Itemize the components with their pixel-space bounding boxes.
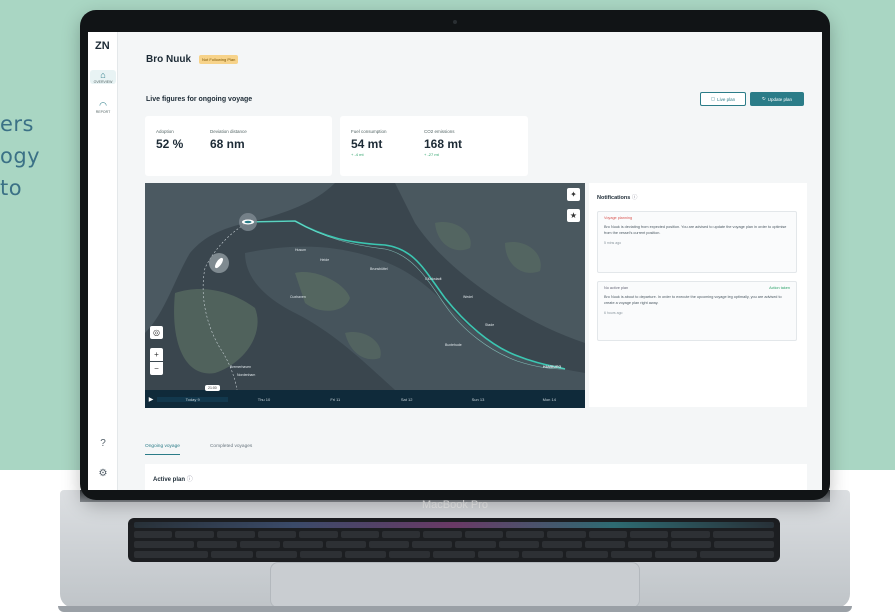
timeline-day[interactable]: Sun 13 [442,397,513,402]
zoom-out-button[interactable]: − [150,362,163,375]
kpi-fuel: Fuel consumption 54 mt + -4 mt [351,129,387,157]
notification-time: 6 hours ago [604,311,623,315]
notification-action[interactable]: Action taken [769,286,790,290]
timeline-now-tag: 21:00 [205,385,220,391]
kpi-value: 52 % [156,137,184,151]
notification-time: 5 mins ago [604,241,622,245]
side-text-line: to [0,176,23,200]
kpi-co2: CO2 emissions 168 mt + -27 mt [424,129,462,157]
kpi-value: 168 mt [424,137,463,151]
kpi-delta: + -27 mt [424,152,439,157]
keyboard [128,518,780,562]
vessel-name: Bro Nuuk [146,54,191,65]
home-icon: ⌂ [100,70,106,80]
update-plan-button[interactable]: ↻ Update plan [750,92,804,106]
timeline-day[interactable]: Mon 14 [514,397,585,402]
kpi-adoption: Adoption 52 % [156,129,183,151]
help-icon[interactable]: ? [88,438,118,449]
nav-rail: ZN ⌂ Overview ◠ Report ? ⚙ [88,32,118,490]
map-place: Heide [320,258,330,262]
map-place: Brunsbüttel [370,267,388,271]
tab-completed-voyages[interactable]: Completed voyages [210,444,252,455]
touch-bar [134,522,774,528]
layers-icon[interactable]: ★ [567,209,580,222]
kpi-delta: + -4 mt [351,152,364,157]
laptop-brand: MacBook Pro [421,499,489,511]
nav-item-report[interactable]: ◠ Report [90,100,116,114]
timeline-day[interactable]: Sat 12 [371,397,442,402]
notification-item[interactable]: Voyage planning Bro Nuuk is deviating fr… [597,211,797,273]
active-plan-card: Active plan ⓘ [145,464,807,490]
document-icon: ▢ [710,96,716,101]
notification-tag: Voyage planning [604,216,633,220]
refresh-icon: ↻ [761,96,766,101]
info-icon: ⓘ [631,195,638,201]
laptop-foot [58,606,852,612]
map-place: Husum [295,248,307,252]
app-logo: ZN [95,40,110,52]
zoom-in-button[interactable]: + [150,348,163,361]
section-title: Live figures for ongoing voyage [146,96,253,103]
map-place: HAMBURG [543,365,562,369]
voyage-tabs: Ongoing voyage Completed voyages [145,444,252,455]
active-plan-heading: Active plan [153,477,186,483]
kpi-label: CO2 emissions [424,129,455,134]
button-label: Live plan [717,96,736,102]
notifications-title: Notifications ⓘ [597,193,637,201]
map-place: Glückstadt [425,277,442,281]
kpi-label: Fuel consumption [351,129,387,134]
nav-label: Overview [93,80,113,84]
webcam [453,20,457,24]
kpi-label: Adoption [156,129,174,134]
timeline-day[interactable]: Today 9 [157,396,229,402]
info-icon: ⓘ [186,477,193,483]
notification-body: Bro Nuuk is deviating from expected posi… [604,225,787,235]
timeline-day[interactable]: Thu 10 [228,397,299,402]
locate-icon[interactable]: ◎ [150,326,163,339]
play-icon[interactable]: ▶ [145,396,157,403]
settings-icon[interactable]: ✦ [567,188,580,201]
timeline-bar[interactable]: ▶ Today 9 Thu 10 Fri 11 Sat 12 Sun 13 Mo… [145,390,585,408]
timeline-day[interactable]: Fri 11 [300,397,371,402]
nav-label: Report [95,110,111,114]
nav-item-overview[interactable]: ⌂ Overview [90,70,116,84]
button-label: Update plan [767,96,793,102]
map-place: Buxtehude [445,343,462,347]
kpi-label: Deviation distance [210,129,247,134]
kpi-value: 68 nm [210,137,245,151]
notification-tag: No active plan [604,286,629,290]
map-place: Bremerhaven [230,365,252,369]
notifications-panel: Notifications ⓘ Voyage planning Bro Nuuk… [589,183,807,407]
live-plan-button[interactable]: ▢ Live plan [700,92,746,106]
map-layer [145,183,585,390]
gear-icon[interactable]: ⚙ [88,468,118,479]
kpi-deviation: Deviation distance 68 nm [210,129,247,151]
notification-body: Bro Nuuk is about to departure. In order… [604,295,782,305]
tab-ongoing-voyage[interactable]: Ongoing voyage [145,444,180,455]
side-text-line: ogy [0,144,41,168]
map-place: Nordenham [237,373,256,377]
map-place: Cuxhaven [290,295,306,299]
app-screen: ZN ⌂ Overview ◠ Report ? ⚙ Bro Nuuk Not … [88,32,822,490]
map-place: Stade [485,323,495,327]
status-badge: Not Following Plan [199,55,239,64]
kpi-value: 54 mt [351,137,383,151]
trackpad [270,562,640,608]
notifications-heading: Notifications [597,195,631,201]
active-plan-title: Active plan ⓘ [153,474,193,483]
voyage-map[interactable]: Husum Heide Brunsbüttel Glückstadt Wedel… [145,183,585,408]
gauge-icon: ◠ [99,100,107,110]
notification-item[interactable]: No active plan Action taken Bro Nuuk is … [597,281,797,341]
side-text-line: ers [0,112,34,136]
map-place: Wedel [463,295,473,299]
